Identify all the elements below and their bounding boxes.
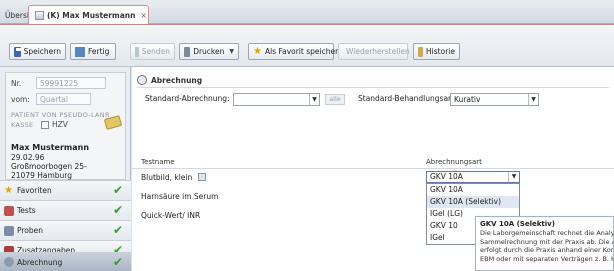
pen-icon	[4, 225, 14, 236]
column-test: Testname	[141, 158, 175, 166]
tooltip-line: Sammelrechnung mit der Praxis ab. Die Ab…	[480, 237, 613, 246]
billing-type-select[interactable]: GKV 10A ▼	[426, 171, 520, 183]
history-label: Historie	[426, 47, 455, 56]
alle-button[interactable]: alle	[325, 94, 345, 105]
billing-icon	[137, 75, 147, 85]
patient-street: Großmoorbogen 25-	[11, 162, 87, 171]
tab-bar: Übersicht (K) Max Mustermann ×	[0, 0, 614, 25]
dropdown-option[interactable]: GKV 10A	[427, 184, 519, 196]
tooltip-line: EBM oder mit separaten Verträgen z. B. H…	[480, 254, 613, 263]
treatment-type-label: Standard-Behandlungsart:	[358, 94, 457, 103]
nav-item-tests[interactable]: Tests ✔	[0, 200, 131, 220]
patient-nr-label: Nr.	[11, 78, 22, 88]
tab-patient[interactable]: (K) Max Mustermann ×	[28, 5, 149, 25]
save-icon	[14, 46, 22, 57]
info-icon[interactable]	[197, 173, 206, 181]
patient-name: Max Mustermann	[11, 143, 90, 152]
insurance-row: KASSE HZV	[11, 120, 68, 129]
save-favorite-button[interactable]: ★ Als Favorit speichern	[248, 43, 343, 60]
send-button[interactable]: Senden	[130, 43, 175, 60]
print-label: Drucken	[193, 47, 225, 56]
dropdown-option[interactable]: GKV 10A (Selektiv)	[427, 196, 519, 208]
nav-label: Tests	[17, 206, 36, 215]
restore-label: Wiederherstellen	[346, 47, 410, 56]
hzv-label: HZV	[52, 120, 68, 129]
tooltip-line: Die Laborgemeinschaft rechnet die Analys…	[480, 229, 613, 237]
favorite-label: Als Favorit speichern	[264, 47, 343, 56]
test-name: Blutbild, klein	[141, 173, 193, 182]
restore-button[interactable]: Wiederherstellen	[338, 43, 410, 60]
toolbar: Speichern Fertig Senden Drucken ▼ ★ Als …	[0, 25, 614, 67]
treatment-type-value: Kurativ	[454, 95, 481, 104]
option-tooltip: GKV 10A (Selektiv) Die Laborgemeinschaft…	[475, 216, 614, 271]
send-label: Senden	[141, 47, 170, 56]
nav-item-abrechnung[interactable]: Abrechnung ✔	[0, 252, 131, 271]
history-button[interactable]: Historie	[413, 43, 460, 60]
patient-nr-row: Nr. 59991225	[11, 77, 106, 89]
save-button[interactable]: Speichern	[9, 43, 66, 60]
check-icon: ✔	[112, 223, 123, 237]
from-row: vom: Quartal	[11, 93, 91, 105]
nav-label: Abrechnung	[17, 257, 63, 267]
patient-nr-field[interactable]: 59991225	[36, 77, 106, 89]
done-label: Fertig	[88, 47, 110, 56]
chevron-down-icon: ▼	[229, 48, 234, 55]
test-name: Quick-Wert/ INR	[141, 211, 201, 220]
print-icon	[184, 46, 191, 57]
nav-label: Favoriten	[17, 186, 52, 195]
nav-label: Proben	[17, 226, 44, 235]
check-icon: ✔	[112, 255, 123, 269]
billing-icon	[4, 257, 14, 267]
send-icon	[135, 46, 139, 57]
chevron-down-icon: ▼	[309, 94, 319, 105]
billing-type-value: GKV 10A	[430, 172, 463, 181]
star-icon: ★	[4, 184, 13, 196]
star-icon: ★	[253, 45, 262, 57]
history-icon	[418, 46, 424, 57]
patient-city: 21079 Hamburg	[11, 171, 73, 180]
check-icon: ✔	[112, 183, 123, 197]
insurance-line-1: PATIENT VON PSEUDO-LANR	[11, 111, 110, 119]
document-icon	[35, 11, 44, 20]
insurance-line-2: KASSE	[11, 120, 34, 129]
check-icon: ✔	[112, 203, 123, 217]
tooltip-line: erfolgt durch die Praxis anhand einer Ko…	[480, 246, 613, 254]
tab-patient-label: (K) Max Mustermann	[47, 11, 136, 20]
standard-billing-select[interactable]: ▼	[233, 93, 320, 106]
section-header: Abrechnung	[137, 73, 609, 88]
tests-icon	[4, 205, 14, 216]
patient-dob: 29.02.96	[11, 153, 45, 162]
done-icon	[75, 46, 85, 57]
save-label: Speichern	[23, 47, 61, 56]
table-row: Quick-Wert/ INR	[141, 211, 200, 220]
chevron-down-icon: ▼	[508, 172, 519, 182]
column-billing: Abrechnungsart	[426, 158, 482, 166]
hzv-checkbox[interactable]	[41, 120, 49, 129]
insurance-card-icon[interactable]	[103, 115, 123, 130]
chevron-down-icon: ▼	[528, 94, 538, 105]
section-title: Abrechnung	[151, 75, 203, 85]
treatment-type-select[interactable]: Kurativ ▼	[450, 93, 539, 106]
table-row: Blutbild, klein	[141, 173, 206, 182]
done-button[interactable]: Fertig	[70, 43, 116, 60]
close-icon[interactable]: ×	[140, 11, 146, 20]
tooltip-title: GKV 10A (Selektiv)	[480, 220, 555, 228]
test-name: Harnsäure im Serum	[141, 192, 219, 201]
nav-item-proben[interactable]: Proben ✔	[0, 220, 131, 240]
table-row: Harnsäure im Serum	[141, 192, 218, 201]
print-button[interactable]: Drucken ▼	[179, 43, 239, 60]
billing-panel: Abrechnung Standard-Abrechnung: ▼ alle S…	[132, 67, 614, 271]
table-header: Testname Abrechnungsart	[132, 157, 614, 169]
standard-billing-label: Standard-Abrechnung:	[145, 94, 230, 103]
from-label: vom:	[11, 94, 30, 104]
from-field[interactable]: Quartal	[36, 93, 91, 105]
patient-info-box: Nr. 59991225 vom: Quartal PATIENT VON PS…	[5, 72, 126, 180]
nav-item-favoriten[interactable]: ★ Favoriten ✔	[0, 180, 131, 200]
